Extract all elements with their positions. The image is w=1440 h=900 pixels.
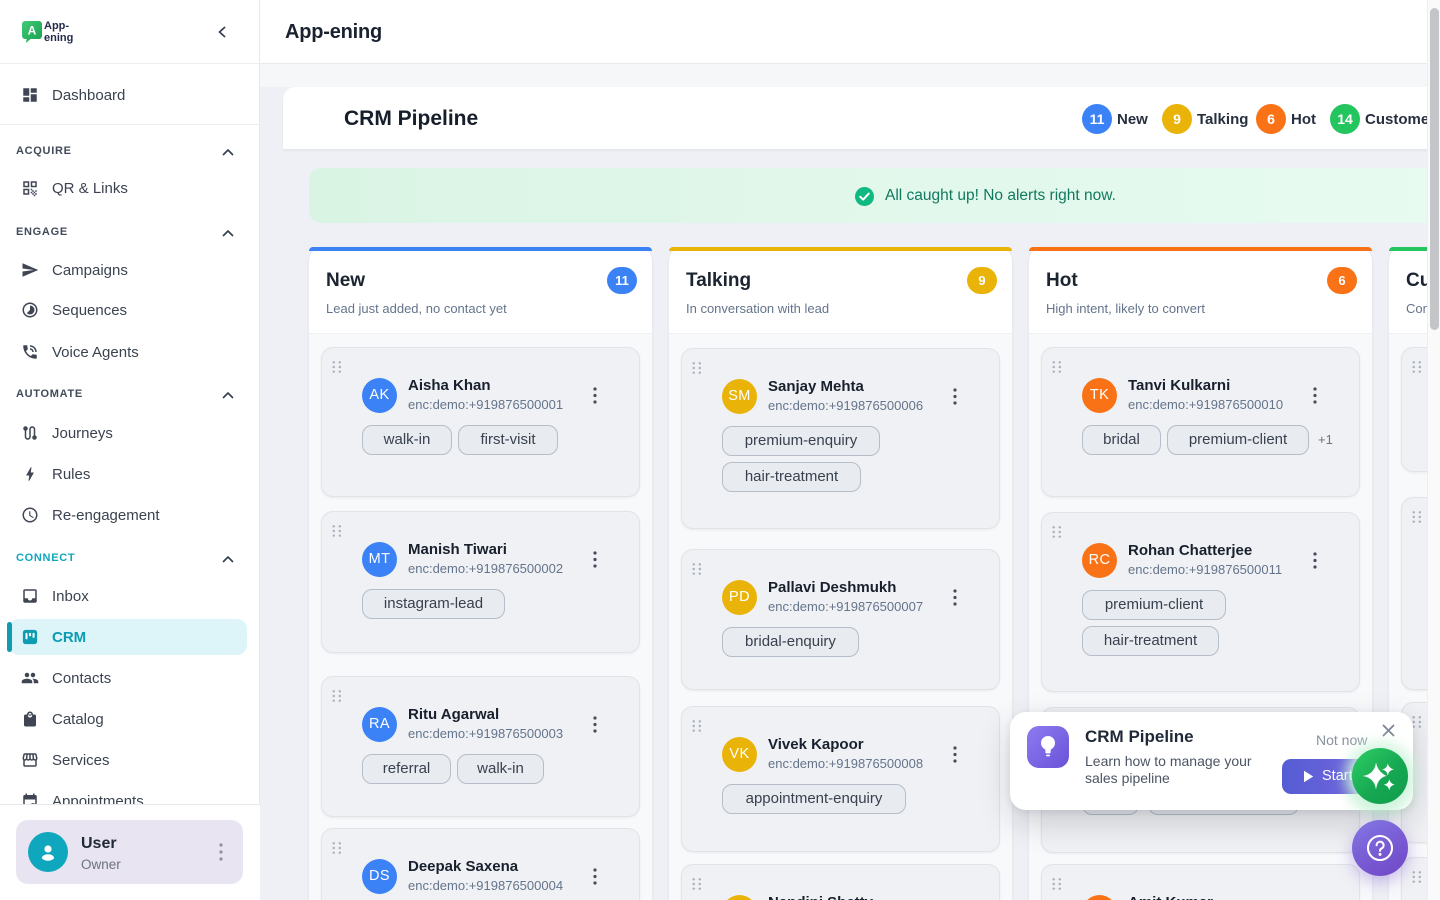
svg-text:A: A [28,24,37,38]
